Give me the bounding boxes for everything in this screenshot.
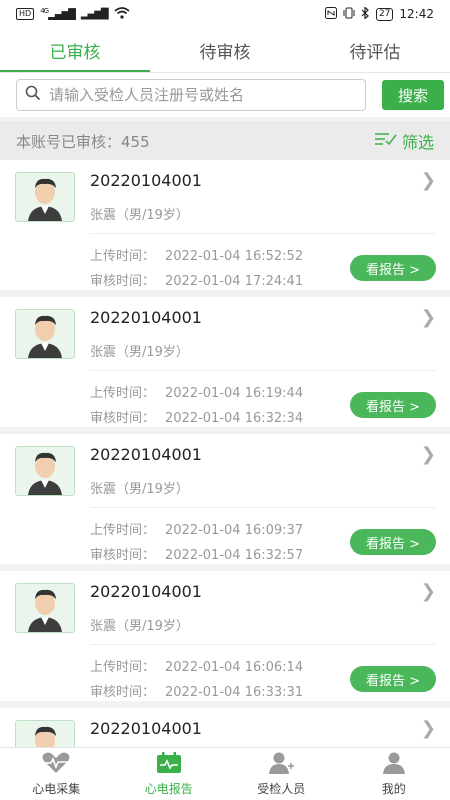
- status-left: HD 4G▂▄▆█ ▂▄▆█: [16, 6, 130, 22]
- heartbeat-icon: [41, 752, 71, 777]
- reviewed-count-value: 455: [121, 132, 150, 151]
- review-time-value: 2022-01-04 16:32:34: [165, 411, 304, 426]
- view-report-button[interactable]: 看报告 >: [350, 255, 436, 281]
- search-field[interactable]: [16, 79, 366, 111]
- review-time-value: 2022-01-04 16:32:57: [165, 548, 304, 563]
- battery-icon: 27: [375, 7, 394, 21]
- person-add-icon: [268, 752, 295, 777]
- person-info: 张震（男/19岁）: [90, 482, 189, 497]
- avatar: [15, 583, 75, 633]
- search-button[interactable]: 搜索: [382, 80, 444, 110]
- chevron-right-icon[interactable]: ❯: [421, 307, 436, 328]
- search-bar: 搜索: [0, 73, 450, 117]
- record-card[interactable]: 20220104001 张震（男/19岁） ❯ 上传时间： 2022-01-04 …: [0, 434, 450, 564]
- person-info: 张震（男/19岁）: [90, 619, 189, 634]
- registration-number: 20220104001: [90, 445, 202, 464]
- upload-time: 上传时间： 2022-01-04 16:09:37: [90, 519, 303, 538]
- person-info: 张震（男/19岁）: [90, 345, 189, 360]
- card-divider: [90, 370, 436, 371]
- review-time: 审核时间： 2022-01-04 16:32:57: [90, 544, 303, 563]
- upload-time-value: 2022-01-04 16:52:52: [165, 249, 304, 264]
- nav-examinees[interactable]: 受检人员: [225, 748, 338, 800]
- upload-time-value: 2022-01-04 16:09:37: [165, 523, 304, 538]
- nav-ecg-capture-label: 心电采集: [32, 781, 81, 796]
- clock: 12:42: [399, 7, 434, 21]
- chevron-right-icon[interactable]: ❯: [421, 444, 436, 465]
- view-report-button[interactable]: 看报告 >: [350, 529, 436, 555]
- bottom-nav: 心电采集 心电报告 受检人员 我的: [0, 747, 450, 800]
- review-time: 审核时间： 2022-01-04 16:32:34: [90, 407, 303, 426]
- registration-number: 20220104001: [90, 582, 202, 601]
- tab-reviewed[interactable]: 已审核: [0, 28, 150, 72]
- bluetooth-icon: [361, 5, 370, 22]
- avatar: [15, 172, 75, 222]
- record-card[interactable]: 20220104001 张震（男/19岁） ❯ 上传时间： 2022-01-04 …: [0, 297, 450, 427]
- upload-time-label: 上传时间：: [90, 249, 156, 264]
- review-time-value: 2022-01-04 16:33:31: [165, 685, 304, 700]
- review-time-label: 审核时间：: [90, 685, 156, 700]
- review-time-label: 审核时间：: [90, 548, 156, 563]
- status-right: 27 12:42: [324, 5, 434, 22]
- upload-time-value: 2022-01-04 16:06:14: [165, 660, 304, 675]
- review-time-value: 2022-01-04 17:24:41: [165, 274, 304, 289]
- network-type: 4G: [40, 7, 49, 16]
- upload-time-label: 上传时间：: [90, 386, 156, 401]
- filter-button[interactable]: 筛选: [374, 129, 434, 153]
- upload-time: 上传时间： 2022-01-04 16:19:44: [90, 382, 303, 401]
- nfc-icon: [324, 6, 337, 22]
- card-divider: [90, 507, 436, 508]
- record-card[interactable]: 20220104001 张震（男/19岁） ❯ 上传时间： 2022-01-04 …: [0, 571, 450, 701]
- signal-icon: 4G▂▄▆█: [40, 7, 76, 21]
- chevron-right-icon[interactable]: ❯: [421, 718, 436, 739]
- upload-time-value: 2022-01-04 16:19:44: [165, 386, 304, 401]
- chevron-right-icon[interactable]: ❯: [421, 581, 436, 602]
- record-card[interactable]: 20220104001 ❯: [0, 708, 450, 748]
- upload-time: 上传时间： 2022-01-04 16:06:14: [90, 656, 303, 675]
- review-time-label: 审核时间：: [90, 274, 156, 289]
- nav-mine[interactable]: 我的: [338, 748, 450, 800]
- person-info: 张震（男/19岁）: [90, 208, 189, 223]
- summary-bar: 本账号已审核：455 筛选: [0, 121, 450, 161]
- nav-examinees-label: 受检人员: [257, 781, 306, 796]
- review-time-label: 审核时间：: [90, 411, 156, 426]
- reviewed-count-label: 本账号已审核：: [16, 132, 122, 151]
- card-divider: [90, 644, 436, 645]
- tab-bar: 已审核 待审核 待评估: [0, 28, 450, 72]
- report-calendar-icon: [156, 751, 182, 777]
- tab-pending-review[interactable]: 待审核: [150, 28, 300, 72]
- upload-time-label: 上传时间：: [90, 660, 156, 675]
- upload-time-label: 上传时间：: [90, 523, 156, 538]
- review-time: 审核时间： 2022-01-04 17:24:41: [90, 270, 303, 289]
- review-time: 审核时间： 2022-01-04 16:33:31: [90, 681, 303, 700]
- hd-badge: HD: [16, 8, 35, 20]
- avatar: [15, 309, 75, 359]
- registration-number: 20220104001: [90, 171, 202, 190]
- signal-icon-2: ▂▄▆█: [80, 8, 109, 20]
- view-report-button[interactable]: 看报告 >: [350, 666, 436, 692]
- search-input[interactable]: [47, 85, 357, 105]
- card-divider: [90, 233, 436, 234]
- avatar: [15, 446, 75, 496]
- avatar: [15, 720, 75, 748]
- tab-pending-evaluation[interactable]: 待评估: [300, 28, 450, 72]
- vibrate-icon: [343, 7, 355, 22]
- nav-ecg-report[interactable]: 心电报告: [113, 748, 226, 800]
- wifi-icon: [114, 6, 130, 22]
- user-icon: [381, 752, 407, 777]
- nav-ecg-report-label: 心电报告: [144, 781, 193, 796]
- view-report-button[interactable]: 看报告 >: [350, 392, 436, 418]
- registration-number: 20220104001: [90, 719, 202, 738]
- upload-time: 上传时间： 2022-01-04 16:52:52: [90, 245, 303, 264]
- record-card[interactable]: 20220104001 张震（男/19岁） ❯ 上传时间： 2022-01-04 …: [0, 160, 450, 290]
- reviewed-count: 本账号已审核：455: [16, 131, 150, 152]
- filter-icon: [374, 131, 398, 151]
- chevron-right-icon[interactable]: ❯: [421, 170, 436, 191]
- registration-number: 20220104001: [90, 308, 202, 327]
- search-icon: [25, 85, 41, 105]
- status-bar: HD 4G▂▄▆█ ▂▄▆█ 27 12:42: [0, 0, 450, 28]
- filter-label: 筛选: [401, 133, 434, 152]
- nav-mine-label: 我的: [381, 781, 406, 796]
- nav-ecg-capture[interactable]: 心电采集: [0, 748, 113, 800]
- record-list: 20220104001 张震（男/19岁） ❯ 上传时间： 2022-01-04 …: [0, 160, 450, 748]
